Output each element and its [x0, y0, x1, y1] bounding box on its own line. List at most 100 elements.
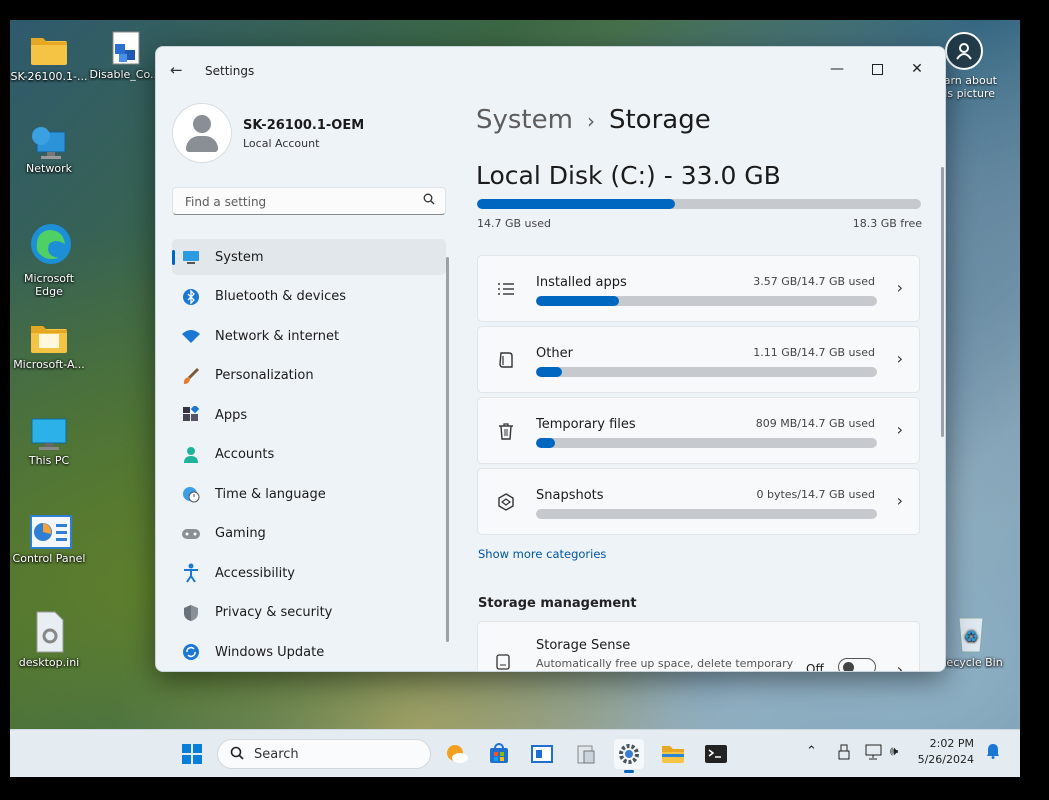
search-icon: [423, 193, 435, 208]
category-temporary-files[interactable]: Temporary files 809 MB/14.7 GB used ›: [477, 397, 920, 464]
network-icon: [29, 124, 69, 160]
taskbar-widgets[interactable]: [442, 739, 472, 769]
disk-used-label: 14.7 GB used: [477, 217, 552, 230]
minimize-button[interactable]: —: [817, 55, 857, 83]
desktop-icon-desktop-ini[interactable]: desktop.ini: [10, 610, 88, 669]
settings-search-input[interactable]: [183, 194, 407, 210]
sidebar-scrollbar[interactable]: [446, 257, 449, 642]
account-type: Local Account: [243, 137, 320, 150]
sidebar-item-windows-update[interactable]: Windows Update: [172, 634, 446, 670]
category-usage: 809 MB/14.7 GB used: [755, 417, 875, 430]
category-other[interactable]: Other 1.11 GB/14.7 GB used ›: [477, 326, 920, 393]
volume-icon[interactable]: 🕪: [890, 744, 898, 759]
folder-icon: [29, 32, 69, 68]
usb-device-icon[interactable]: [838, 744, 850, 764]
taskbar-app-installer[interactable]: [571, 739, 601, 769]
settings-search-box[interactable]: [172, 187, 446, 215]
taskbar-settings[interactable]: [614, 739, 644, 773]
sidebar-item-bluetooth[interactable]: Bluetooth & devices: [172, 279, 446, 315]
desktop-icon-label: SK-26100.1-...: [10, 70, 88, 83]
desktop-icon-disable-co[interactable]: Disable_Co...: [86, 30, 164, 81]
desktop-icon-control-panel[interactable]: Control Panel: [10, 514, 88, 565]
sidebar-item-label: Personalization: [215, 368, 314, 383]
sidebar-item-label: Bluetooth & devices: [215, 289, 346, 304]
title-bar[interactable]: ← Settings — ✕: [156, 47, 945, 91]
taskbar-search-placeholder: Search: [254, 747, 299, 762]
breadcrumb: System › Storage: [476, 105, 711, 135]
window-app-icon: [531, 745, 553, 763]
desktop: SK-26100.1-... Disable_Co... Network Mic…: [10, 20, 1020, 777]
user-name: SK-26100.1-OEM: [243, 118, 365, 133]
sidebar-item-label: Time & language: [215, 486, 326, 502]
back-arrow-icon[interactable]: ←: [170, 61, 183, 79]
category-title: Other: [536, 346, 573, 361]
folder-icon: [662, 746, 684, 763]
trash-icon: [495, 420, 517, 442]
minimize-icon: —: [830, 61, 844, 77]
content-scrollbar[interactable]: [941, 167, 944, 437]
storage-sense-card[interactable]: Storage Sense Automatically free up spac…: [477, 621, 920, 672]
desktop-icon-microsoft-a[interactable]: Microsoft-A...: [10, 320, 88, 371]
sidebar-item-network[interactable]: Network & internet: [172, 318, 446, 354]
category-bar-fill: [536, 438, 555, 448]
close-button[interactable]: ✕: [897, 55, 937, 83]
category-usage: 3.57 GB/14.7 GB used: [753, 275, 875, 288]
store-icon: [490, 743, 508, 763]
control-panel-icon: [29, 514, 72, 550]
window-title: Settings: [205, 64, 255, 78]
snapshot-icon: [495, 491, 517, 513]
update-icon: [180, 642, 202, 662]
chevron-up-icon[interactable]: ⌃: [806, 744, 817, 759]
category-title: Temporary files: [536, 417, 636, 432]
folder-icon: [29, 320, 69, 356]
storage-sense-title: Storage Sense: [536, 638, 631, 653]
taskbar-search[interactable]: Search: [217, 739, 431, 769]
notification-bell-icon[interactable]: [986, 743, 1000, 763]
disk-usage-bar: [477, 199, 921, 209]
breadcrumb-separator: ›: [586, 109, 595, 133]
maximize-button[interactable]: [857, 55, 897, 83]
recycle-bin-icon: ♻: [951, 610, 991, 654]
start-button[interactable]: [177, 739, 207, 769]
desktop-icon-network[interactable]: Network: [10, 124, 88, 175]
sidebar-item-system[interactable]: System: [172, 239, 446, 275]
show-more-categories-link[interactable]: Show more categories: [478, 547, 606, 561]
bluetooth-icon: [180, 287, 202, 307]
sidebar-item-personalization[interactable]: Personalization: [172, 358, 446, 394]
category-installed-apps[interactable]: Installed apps 3.57 GB/14.7 GB used ›: [477, 255, 920, 322]
monitor-icon: [180, 247, 202, 267]
category-bar: [536, 509, 877, 519]
sidebar-item-label: Apps: [215, 407, 248, 423]
category-bar: [536, 438, 877, 448]
toggle-state-label: Off: [806, 662, 824, 672]
sidebar-item-label: System: [215, 249, 264, 265]
gamepad-icon: [180, 524, 202, 544]
taskbar-terminal[interactable]: [701, 739, 731, 769]
close-icon: ✕: [911, 61, 923, 77]
desktop-icon-edge[interactable]: Microsoft Edge: [10, 220, 88, 298]
storage-sense-toggle[interactable]: [838, 658, 876, 671]
desktop-icon-this-pc[interactable]: This PC: [10, 416, 88, 467]
sidebar-item-gaming[interactable]: Gaming: [172, 516, 446, 552]
sidebar-item-label: Windows Update: [215, 644, 325, 660]
taskbar-app-window[interactable]: [527, 739, 557, 769]
clock[interactable]: 2:02 PM 5/26/2024: [918, 736, 974, 768]
storage-management-heading: Storage management: [478, 596, 637, 611]
category-snapshots[interactable]: Snapshots 0 bytes/14.7 GB used ›: [477, 468, 920, 535]
desktop-icon-folder[interactable]: SK-26100.1-...: [10, 32, 88, 83]
desktop-icon-label: This PC: [28, 454, 70, 467]
sidebar-item-accessibility[interactable]: Accessibility: [172, 555, 446, 591]
taskbar-file-explorer[interactable]: [658, 739, 688, 769]
network-status-icon[interactable]: [865, 744, 883, 764]
document-icon: [495, 349, 517, 371]
chevron-right-icon: ›: [896, 660, 903, 672]
storage-sense-description: Automatically free up space, delete temp…: [536, 657, 794, 670]
sidebar-item-time-language[interactable]: Time & language: [172, 476, 446, 512]
disk-free-label: 18.3 GB free: [852, 217, 922, 230]
taskbar-store[interactable]: [484, 739, 514, 769]
sidebar-item-apps[interactable]: Apps: [172, 397, 446, 433]
toggle-knob: [843, 662, 854, 671]
breadcrumb-parent[interactable]: System: [476, 105, 573, 135]
sidebar-item-privacy[interactable]: Privacy & security: [172, 595, 446, 631]
sidebar-item-accounts[interactable]: Accounts: [172, 437, 446, 473]
